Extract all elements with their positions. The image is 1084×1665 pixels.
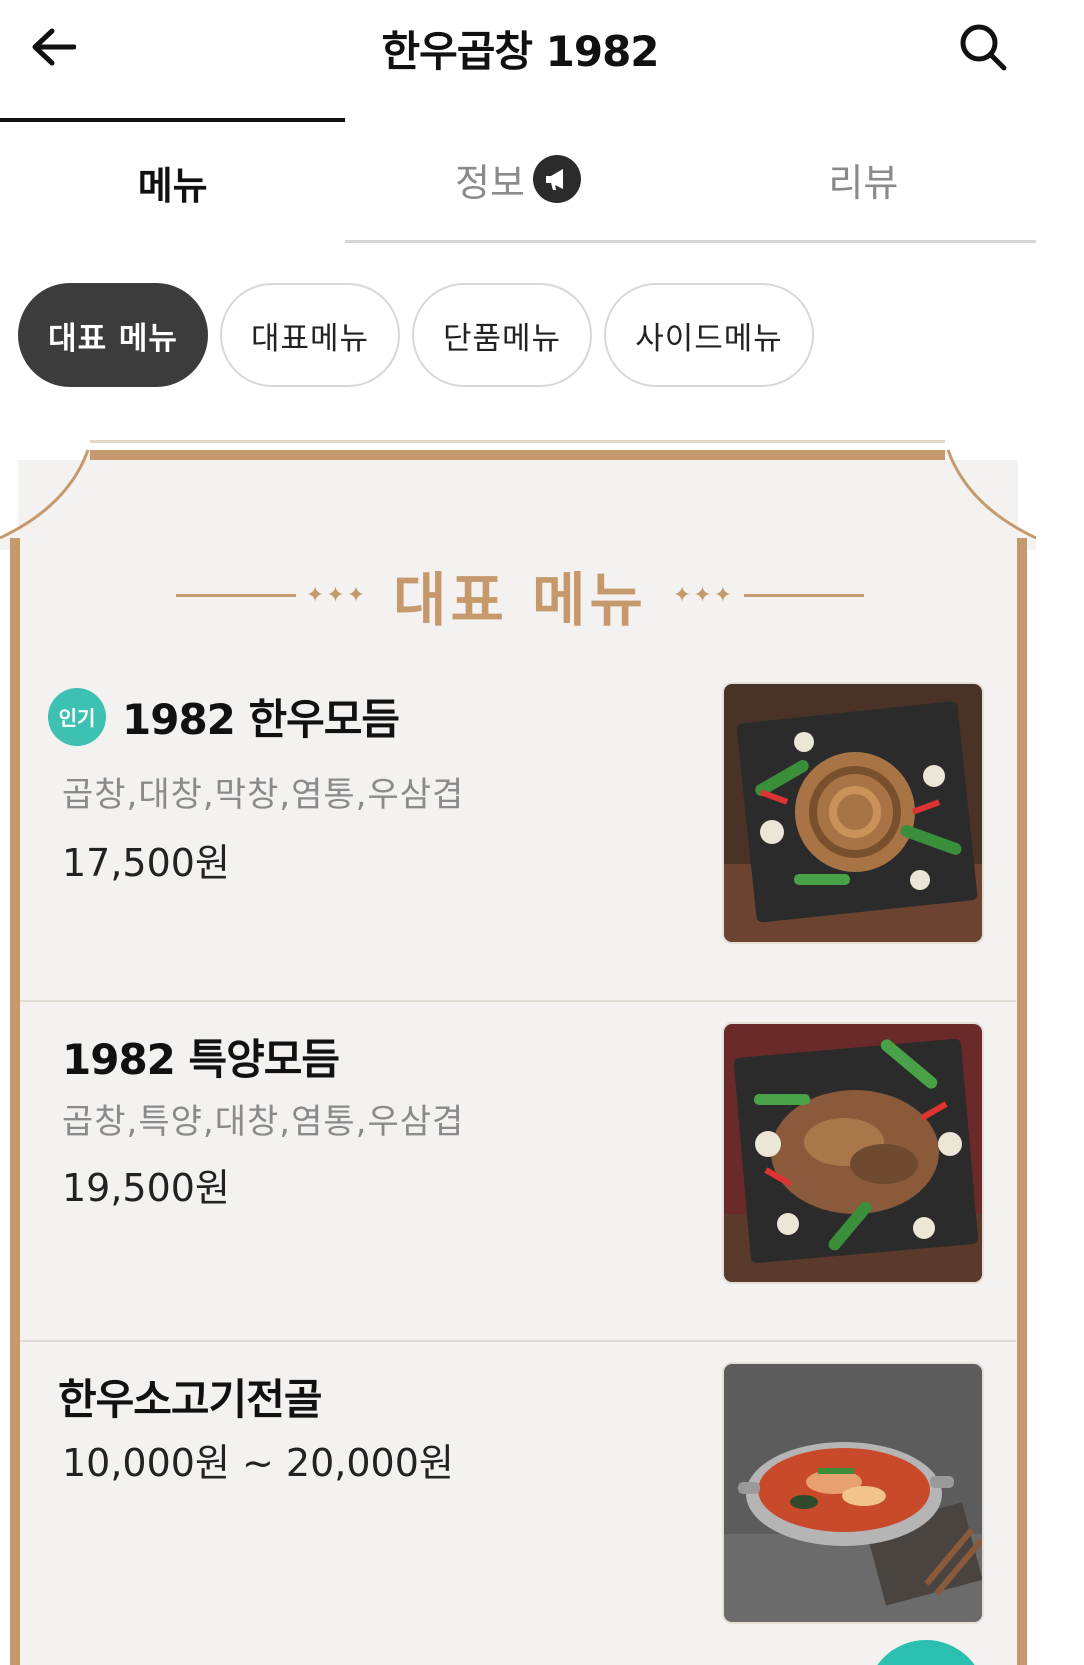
tab-bar: 메뉴 정보 리뷰 — [0, 118, 1036, 243]
board-left-border — [10, 538, 20, 1665]
item-name-row: 한우소고기전골 — [48, 1366, 322, 1427]
megaphone-icon — [532, 155, 581, 203]
chip-side-menu[interactable]: 사이드메뉴 — [604, 283, 814, 387]
board-title: 대표 메뉴 — [393, 566, 647, 634]
item-description: 곱창,대창,막창,염통,우삼겹 — [62, 775, 465, 815]
search-icon — [960, 24, 1007, 71]
item-description: 곱창,특양,대창,염통,우삼겹 — [62, 1102, 465, 1142]
item-name: 한우소고기전골 — [58, 1375, 322, 1424]
item-price: 10,000원 ~ 20,000원 — [62, 1441, 454, 1485]
chip-signature-menu[interactable]: 대표메뉴 — [220, 283, 400, 387]
item-name: 1982 특양모듬 — [62, 1035, 340, 1084]
category-chips: 대표 메뉴 대표메뉴 단품메뉴 사이드메뉴 — [18, 283, 814, 388]
chip-signature-menu-active[interactable]: 대표 메뉴 — [18, 283, 208, 387]
tab-review[interactable]: 리뷰 — [690, 118, 1036, 243]
item-name-row: 인기 1982 한우모듬 — [48, 686, 400, 747]
item-price: 19,500원 — [62, 1166, 230, 1210]
diamond-ornament: ✦✦✦ — [305, 582, 368, 608]
item-name: 1982 한우모듬 — [122, 695, 400, 744]
item-photo — [722, 1022, 984, 1284]
menu-board: ✦✦✦ 대표 메뉴 ✦✦✦ 인기 1982 한우모듬 곱창,대창,막창,염통,우… — [0, 440, 1036, 1665]
tab-review-label: 리뷰 — [828, 160, 899, 205]
item-name-row: 1982 특양모듬 — [48, 1026, 340, 1087]
tab-info[interactable]: 정보 — [345, 118, 691, 243]
board-top-border — [90, 450, 945, 460]
diamond-ornament: ✦✦✦ — [672, 582, 735, 608]
board-heading: ✦✦✦ 대표 메뉴 ✦✦✦ — [160, 555, 880, 635]
tab-menu[interactable]: 메뉴 — [0, 118, 346, 243]
item-photo — [722, 1362, 984, 1624]
menu-item-teukyang-modeum[interactable]: 1982 특양모듬 곱창,특양,대창,염통,우삼겹 19,500원 — [20, 1002, 1016, 1342]
menu-item-hanwoo-jeongol[interactable]: 한우소고기전골 10,000원 ~ 20,000원 — [20, 1342, 1016, 1665]
popular-badge: 인기 — [48, 687, 106, 746]
divider — [175, 593, 296, 597]
board-top-line — [90, 440, 945, 443]
menu-item-hanwoo-modeum[interactable]: 인기 1982 한우모듬 곱창,대창,막창,염통,우삼겹 17,500원 — [20, 662, 1016, 1002]
item-price: 17,500원 — [62, 841, 230, 885]
tab-info-label: 정보 — [455, 160, 525, 205]
chip-single-menu[interactable]: 단품메뉴 — [412, 283, 592, 387]
tab-menu-label: 메뉴 — [137, 164, 208, 208]
page-title: 한우곱창 1982 — [381, 27, 659, 76]
board-right-border — [1017, 538, 1027, 1665]
app-header: 한우곱창 1982 — [0, 0, 1084, 100]
divider — [744, 593, 865, 597]
search-button[interactable] — [950, 14, 1016, 80]
item-photo — [722, 682, 984, 944]
